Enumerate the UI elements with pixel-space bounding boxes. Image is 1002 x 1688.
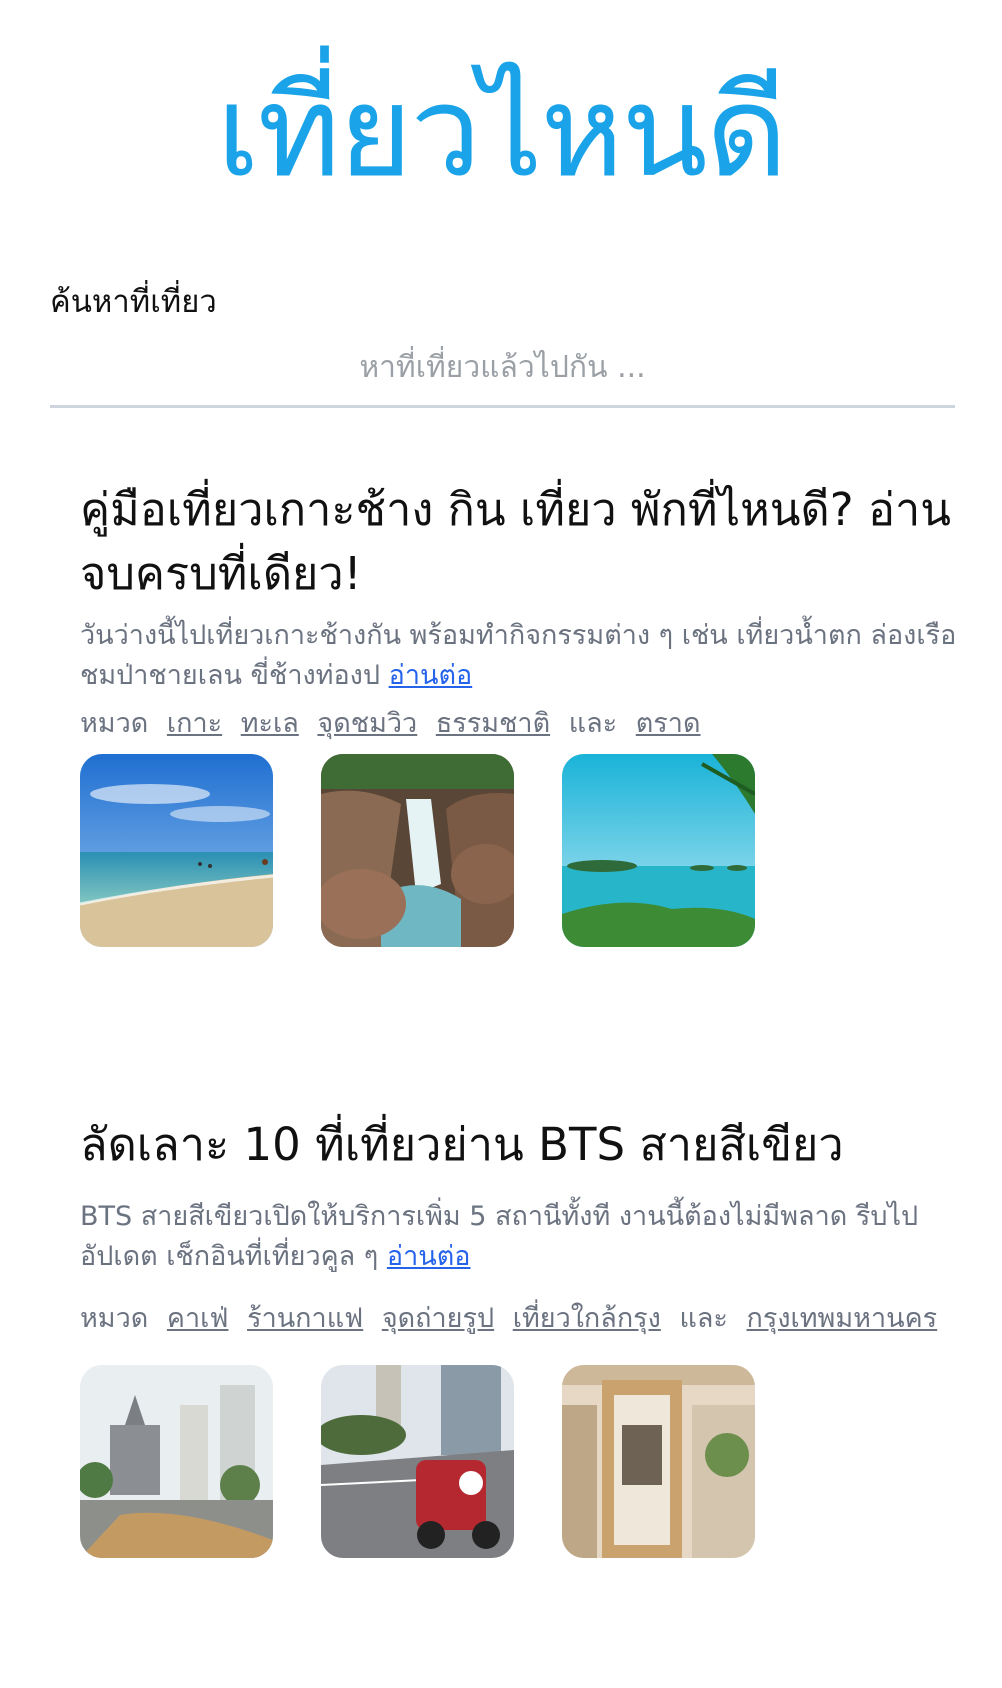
island-image: [562, 754, 755, 947]
waterfall-image: [321, 754, 514, 947]
image-gallery: [80, 1365, 960, 1558]
article-title[interactable]: คู่มือเที่ยวเกาะช้าง กิน เที่ยว พักที่ไห…: [80, 478, 960, 606]
and-label: และ: [568, 708, 618, 739]
cafe-entrance-photo[interactable]: [562, 1365, 755, 1558]
app-title: เที่ยวไหนดี: [216, 58, 787, 205]
category-list: หมวด เกาะ ทะเล จุดชมวิว ธรรมชาติ และ ตรา…: [80, 704, 960, 744]
category-link[interactable]: เที่ยวใกล้กรุง: [513, 1303, 661, 1334]
beach-image: [80, 754, 273, 947]
category-label: หมวด: [80, 1303, 149, 1334]
category-link[interactable]: คาเฟ่: [167, 1303, 229, 1334]
search-label: ค้นหาที่เที่ยว: [50, 284, 217, 320]
image-gallery: [80, 754, 960, 947]
category-list: หมวด คาเฟ่ ร้านกาแฟ จุดถ่ายรูป เที่ยวใกล…: [80, 1299, 960, 1339]
island-viewpoint-photo[interactable]: [562, 754, 755, 947]
castle-park-photo[interactable]: [80, 1365, 273, 1558]
article-description: วันว่างนี้ไปเที่ยวเกาะช้างกัน พร้อมทำกิจ…: [80, 616, 960, 696]
article-title[interactable]: ลัดเลาะ 10 ที่เที่ยวย่าน BTS สายสีเขียว: [80, 1113, 960, 1177]
read-more-link[interactable]: อ่านต่อ: [389, 660, 473, 691]
and-label: และ: [679, 1303, 728, 1334]
article-description: BTS สายสีเขียวเปิดให้บริการเพิ่ม 5 สถานี…: [80, 1197, 960, 1277]
cafe-image: [562, 1365, 755, 1558]
category-link[interactable]: ธรรมชาติ: [436, 708, 550, 739]
category-link[interactable]: ทะเล: [241, 708, 299, 739]
category-link[interactable]: จุดชมวิว: [317, 708, 417, 739]
castle-image: [80, 1365, 273, 1558]
article-description-text: BTS สายสีเขียวเปิดให้บริการเพิ่ม 5 สถานี…: [80, 1201, 919, 1272]
article-card: คู่มือเที่ยวเกาะช้าง กิน เที่ยว พักที่ไห…: [80, 478, 960, 947]
category-link[interactable]: ร้านกาแฟ: [247, 1303, 363, 1334]
category-link[interactable]: เกาะ: [167, 708, 222, 739]
category-link[interactable]: กรุงเทพมหานคร: [747, 1303, 938, 1334]
category-label: หมวด: [80, 708, 149, 739]
category-link[interactable]: ตราด: [636, 708, 701, 739]
article-description-text: วันว่างนี้ไปเที่ยวเกาะช้างกัน พร้อมทำกิจ…: [80, 620, 957, 691]
waterfall-photo[interactable]: [321, 754, 514, 947]
read-more-link[interactable]: อ่านต่อ: [387, 1241, 471, 1272]
go-kart-photo[interactable]: [321, 1365, 514, 1558]
beach-photo[interactable]: [80, 754, 273, 947]
article-card: ลัดเลาะ 10 ที่เที่ยวย่าน BTS สายสีเขียว …: [80, 1113, 960, 1558]
category-link[interactable]: จุดถ่ายรูป: [382, 1303, 494, 1334]
go-kart-image: [321, 1365, 514, 1558]
search-input[interactable]: [50, 344, 955, 408]
